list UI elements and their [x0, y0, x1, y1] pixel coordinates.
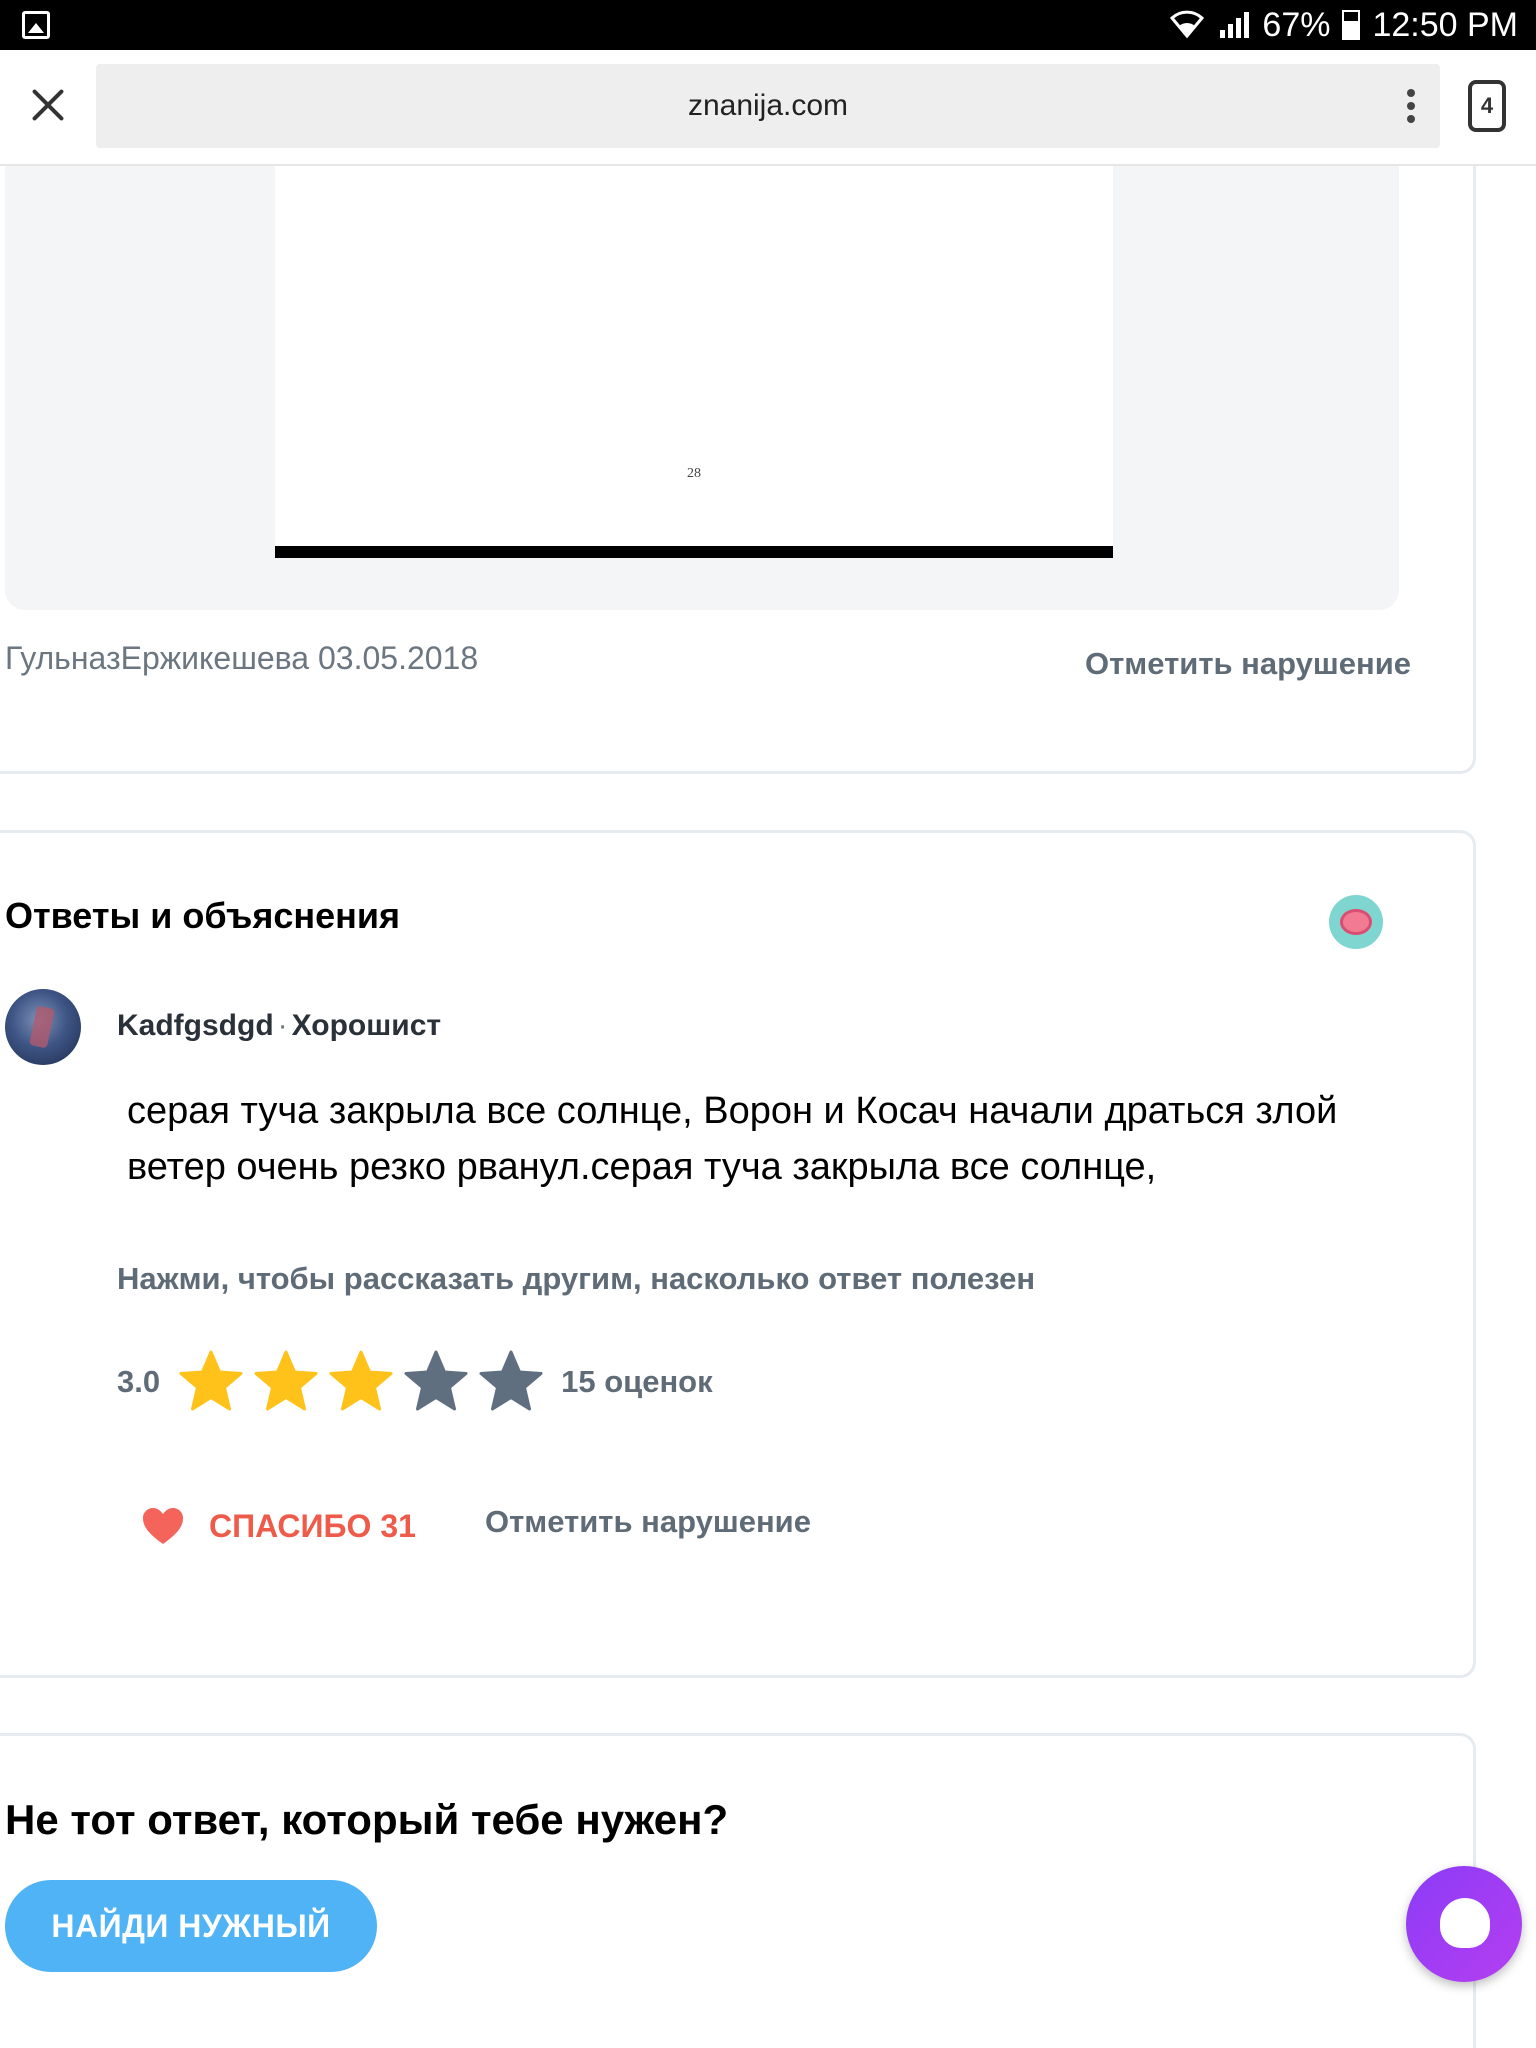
find-answer-button[interactable]: НАЙДИ НУЖНЫЙ [5, 1880, 377, 1972]
gallery-notification-icon [22, 11, 50, 39]
rating-count: 15 оценок [561, 1364, 713, 1399]
rating-row: 3.0 15 оценок [117, 1345, 713, 1419]
attachment-image[interactable]: 28 [275, 166, 1113, 558]
battery-icon [1342, 10, 1361, 40]
avatar[interactable] [5, 989, 81, 1065]
star-rating [178, 1349, 553, 1415]
rate-hint: Нажми, чтобы рассказать другим, наскольк… [117, 1261, 1036, 1296]
answer-user-line: Kadfgsdgd · Хорошист [117, 1009, 441, 1043]
brain-icon [1329, 895, 1383, 949]
browser-toolbar: znanija.com 4 [0, 50, 1536, 166]
signal-icon [1216, 10, 1250, 40]
thanks-button[interactable]: СПАСИБО 31 [141, 1501, 416, 1551]
question-report-link[interactable]: Отметить нарушение [1085, 646, 1411, 682]
clock: 12:50 PM [1372, 5, 1518, 44]
star-empty-icon[interactable] [403, 1349, 469, 1415]
status-bar: 67% 12:50 PM [0, 0, 1536, 50]
answers-card: Ответы и объяснения Kadfgsdgd · Хорошист с… [0, 830, 1476, 1678]
wifi-icon [1170, 10, 1205, 40]
tabs-button[interactable]: 4 [1468, 80, 1506, 132]
more-menu-icon[interactable] [1406, 86, 1416, 126]
not-answer-title: Не тот ответ, который тебе нужен? [5, 1796, 729, 1843]
answer-report-link[interactable]: Отметить нарушение [485, 1497, 811, 1547]
tab-count: 4 [1480, 93, 1494, 118]
thanks-label: СПАСИБО 31 [209, 1507, 416, 1544]
answer-username[interactable]: Kadfgsdgd [117, 1009, 274, 1042]
answer-user-rank: Хорошист [291, 1009, 442, 1042]
question-author-date: ГульназЕржикешева 03.05.2018 [5, 640, 479, 676]
close-icon[interactable] [22, 80, 74, 132]
battery-percent: 67% [1262, 5, 1331, 44]
star-filled-icon[interactable] [253, 1349, 319, 1415]
star-filled-icon[interactable] [328, 1349, 394, 1415]
status-bar-right: 67% 12:50 PM [1170, 0, 1518, 50]
star-empty-icon[interactable] [478, 1349, 544, 1415]
not-answer-card: Не тот ответ, который тебе нужен? НАЙДИ … [0, 1733, 1476, 2048]
separator: · [277, 1009, 288, 1042]
attachment-container: 28 [5, 166, 1399, 610]
answers-title: Ответы и объяснения [5, 895, 401, 936]
question-card: 28 ГульназЕржикешева 03.05.2018 Отметить… [0, 166, 1476, 774]
attachment-page-number: 28 [687, 466, 701, 481]
star-filled-icon[interactable] [178, 1349, 244, 1415]
rating-value: 3.0 [117, 1364, 161, 1399]
heart-icon [141, 1506, 185, 1546]
answer-text: серая туча закрыла все солнце, Ворон и К… [127, 1090, 1338, 1188]
assistant-button[interactable] [1406, 1866, 1522, 1982]
url-bar[interactable]: znanija.com [96, 64, 1440, 148]
url-text: znanija.com [687, 89, 849, 122]
